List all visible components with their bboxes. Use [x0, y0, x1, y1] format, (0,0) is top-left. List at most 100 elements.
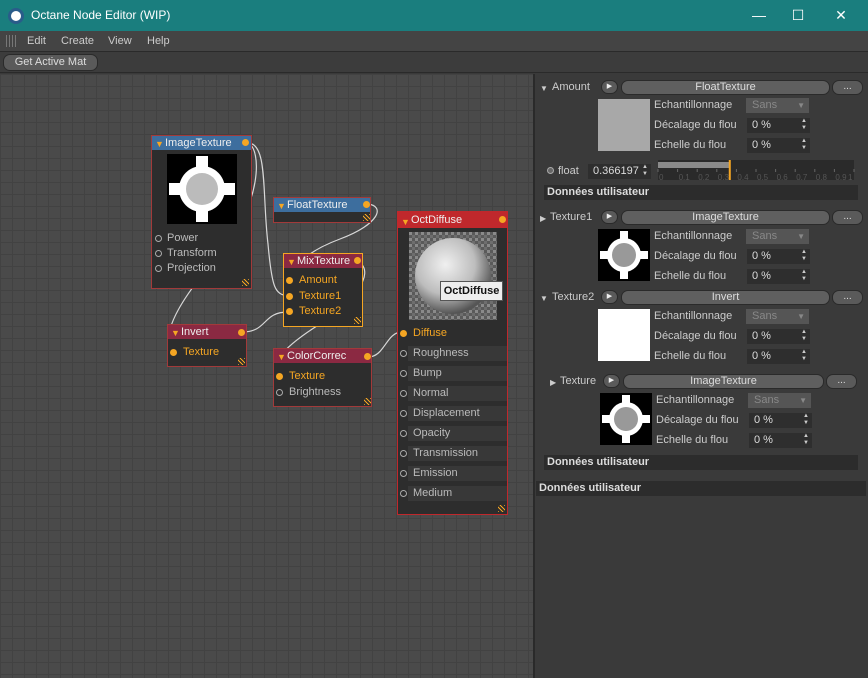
input-port[interactable] — [155, 235, 162, 242]
user-data-section[interactable]: Données utilisateur — [544, 185, 858, 200]
texture1-texture-button[interactable]: ImageTexture — [621, 210, 830, 225]
oct-diffuse-node[interactable]: ▼ OctDiffuse Diffuse Roughness Bump Norma… — [397, 211, 508, 515]
input-port[interactable] — [170, 349, 177, 356]
input-port[interactable] — [155, 265, 162, 272]
float-slider[interactable]: 0 0.1 0.2 0.3 0.4 0.5 0.6 0.7 0.8 0.9 1 — [656, 160, 857, 182]
arrow-right-icon[interactable]: ▶ — [601, 290, 618, 304]
output-port[interactable] — [354, 257, 361, 264]
collapse-triangle-icon[interactable]: ▼ — [277, 199, 286, 213]
collapse-triangle-icon[interactable]: ▼ — [277, 350, 286, 364]
menu-view[interactable]: View — [108, 35, 132, 47]
blur-scale-label: Echelle du flou — [654, 139, 727, 151]
sampling-dropdown[interactable]: Sans ▼ — [746, 229, 809, 244]
mix-texture-node[interactable]: ▼ MixTexture Amount Texture1 Texture2 — [283, 253, 363, 327]
blur-offset-input[interactable]: 0 % ▲ ▼ — [749, 413, 812, 428]
resize-handle-icon[interactable] — [242, 279, 249, 286]
arrow-right-icon[interactable]: ▶ — [601, 210, 618, 224]
output-port[interactable] — [499, 216, 506, 223]
sampling-dropdown[interactable]: Sans ▼ — [746, 98, 809, 113]
amount-more-button[interactable]: ... — [832, 80, 863, 95]
input-port[interactable] — [400, 430, 407, 437]
blur-offset-label: Décalage du flou — [656, 414, 739, 426]
float-texture-node[interactable]: ▼ FloatTexture — [273, 197, 371, 223]
output-port[interactable] — [238, 329, 245, 336]
input-port[interactable] — [286, 277, 293, 284]
port-brightness: Brightness — [289, 386, 341, 398]
float-value-input[interactable]: 0.366197 ▲ ▼ — [588, 164, 651, 179]
expand-triangle-icon[interactable]: ▶ — [550, 378, 556, 387]
amount-texture-button[interactable]: FloatTexture — [621, 80, 830, 95]
texture1-more-button[interactable]: ... — [832, 210, 863, 225]
input-port[interactable] — [276, 389, 283, 396]
input-port[interactable] — [276, 373, 283, 380]
maximize-button[interactable]: ☐ — [783, 5, 813, 25]
slider-tick-label: 0.7 — [796, 173, 808, 182]
blur-scale-input[interactable]: 0 % ▲ ▼ — [747, 349, 810, 364]
collapse-triangle-icon[interactable]: ▼ — [155, 137, 164, 151]
menu-help[interactable]: Help — [147, 35, 170, 47]
slider-tick-label: 0.8 — [816, 173, 828, 182]
grip-icon[interactable] — [6, 35, 18, 47]
input-port[interactable] — [400, 370, 407, 377]
menu-bar: Edit Create View Help — [0, 31, 868, 52]
blur-scale-input[interactable]: 0 % ▲ ▼ — [747, 138, 810, 153]
collapse-triangle-icon[interactable]: ▼ — [401, 214, 410, 230]
node-tooltip: OctDiffuse — [440, 281, 503, 301]
input-port[interactable] — [400, 390, 407, 397]
minimize-button[interactable]: — — [744, 5, 774, 25]
toolbar: Get Active Mat — [0, 52, 868, 73]
input-port[interactable] — [400, 350, 407, 357]
sampling-dropdown[interactable]: Sans ▼ — [746, 309, 809, 324]
node-canvas[interactable]: ▼ ImageTexture Power Transform Projection… — [0, 74, 533, 678]
slider-tick-label: 0.5 — [757, 173, 769, 182]
get-active-mat-button[interactable]: Get Active Mat — [3, 54, 98, 71]
collapse-triangle-icon[interactable]: ▼ — [540, 84, 548, 93]
image-texture-node[interactable]: ▼ ImageTexture Power Transform Projection — [151, 135, 252, 289]
color-correct-node[interactable]: ▼ ColorCorrec Texture Brightness — [273, 348, 372, 407]
collapse-triangle-icon[interactable]: ▼ — [287, 255, 296, 269]
output-port[interactable] — [364, 353, 371, 360]
resize-handle-icon[interactable] — [238, 358, 245, 365]
output-port[interactable] — [242, 139, 249, 146]
close-button[interactable]: ✕ — [826, 5, 856, 25]
input-port[interactable] — [400, 330, 407, 337]
sampling-dropdown[interactable]: Sans ▼ — [748, 393, 811, 408]
blur-scale-input[interactable]: 0 % ▲ ▼ — [749, 433, 812, 448]
blur-offset-input[interactable]: 0 % ▲ ▼ — [747, 249, 810, 264]
texture2-texture-button[interactable]: Invert — [621, 290, 830, 305]
input-port[interactable] — [286, 293, 293, 300]
blur-offset-input[interactable]: 0 % ▲ ▼ — [747, 118, 810, 133]
user-data-section[interactable]: Données utilisateur — [544, 455, 858, 470]
blur-scale-input[interactable]: 0 % ▲ ▼ — [747, 269, 810, 284]
collapse-triangle-icon[interactable]: ▼ — [540, 294, 548, 303]
menu-edit[interactable]: Edit — [27, 35, 46, 47]
slider-handle[interactable] — [728, 160, 731, 180]
resize-handle-icon[interactable] — [363, 214, 370, 221]
port-power: Power — [167, 232, 199, 244]
user-data-section[interactable]: Données utilisateur — [536, 481, 866, 496]
input-port[interactable] — [400, 410, 407, 417]
resize-handle-icon[interactable] — [498, 505, 505, 512]
expand-triangle-icon[interactable]: ▶ — [540, 214, 546, 223]
resize-handle-icon[interactable] — [364, 398, 371, 405]
float-radio[interactable] — [547, 167, 554, 174]
input-port[interactable] — [286, 308, 293, 315]
invert-node[interactable]: ▼ Invert Texture — [167, 324, 247, 367]
port-amount: Amount — [299, 274, 337, 286]
input-port[interactable] — [400, 490, 407, 497]
input-port[interactable] — [400, 450, 407, 457]
arrow-right-icon[interactable]: ▶ — [603, 374, 620, 388]
texture-label: Texture — [560, 375, 597, 387]
input-port[interactable] — [400, 470, 407, 477]
menu-create[interactable]: Create — [61, 35, 94, 47]
collapse-triangle-icon[interactable]: ▼ — [171, 326, 180, 340]
blur-offset-input[interactable]: 0 % ▲ ▼ — [747, 329, 810, 344]
texture2-more-button[interactable]: ... — [832, 290, 863, 305]
slider-tick-label: 0.6 — [777, 173, 789, 182]
arrow-right-icon[interactable]: ▶ — [601, 80, 618, 94]
texture-texture-button[interactable]: ImageTexture — [623, 374, 824, 389]
output-port[interactable] — [363, 201, 370, 208]
texture-more-button[interactable]: ... — [826, 374, 857, 389]
input-port[interactable] — [155, 250, 162, 257]
resize-handle-icon[interactable] — [354, 317, 361, 324]
